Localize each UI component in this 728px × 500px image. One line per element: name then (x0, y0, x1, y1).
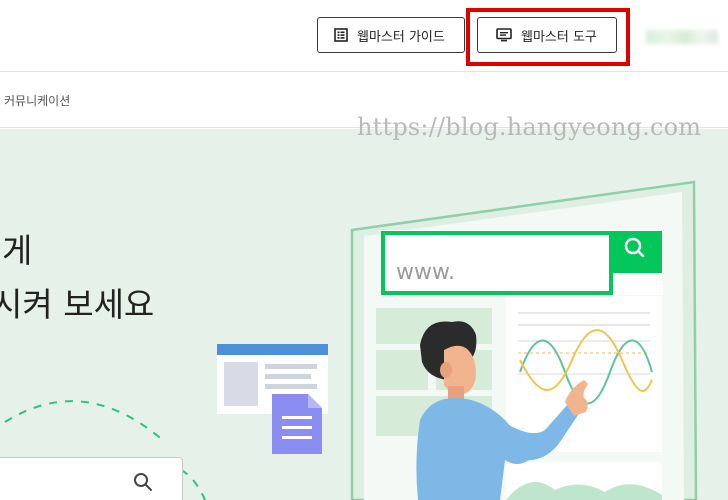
user-profile-blurred[interactable] (646, 30, 718, 44)
webmaster-guide-label: 웹마스터 가이드 (357, 29, 445, 45)
monitor-icon (496, 28, 512, 42)
document-illustration (272, 394, 322, 454)
webmaster-illustration: www. (4, 180, 698, 500)
main-search-input[interactable] (0, 457, 183, 500)
document-list-icon (334, 28, 348, 42)
top-header: 웹마스터 가이드 웹마스터 도구 (0, 0, 728, 72)
nav-item-communication[interactable]: 커뮤니케이션 (4, 92, 70, 109)
url-text: www. (396, 260, 455, 285)
webmaster-tools-button[interactable]: 웹마스터 도구 (477, 17, 617, 53)
search-icon[interactable] (133, 472, 153, 492)
dashed-arc-left (4, 400, 166, 443)
webmaster-guide-button[interactable]: 웹마스터 가이드 (317, 17, 465, 53)
webmaster-tools-label: 웹마스터 도구 (521, 29, 597, 45)
hero-banner: 게 시켜 보세요 www. (0, 129, 728, 500)
blog-watermark: https://blog.hangyeong.com (357, 113, 702, 141)
panel-left-mid-a (376, 350, 428, 390)
